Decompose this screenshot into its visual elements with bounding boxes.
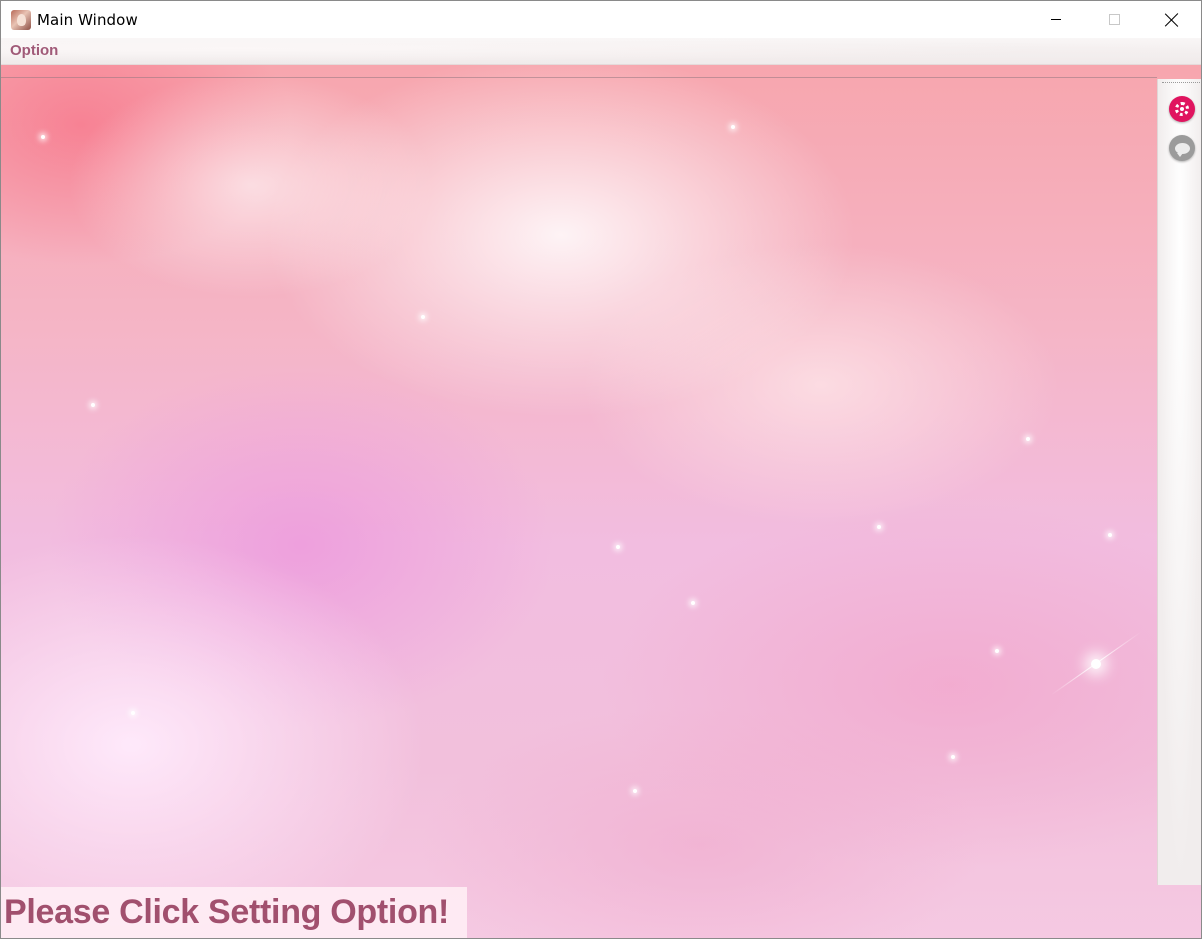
status-label-container: Please Click Setting Option! — [1, 887, 467, 938]
toolbar-grip[interactable] — [1162, 82, 1200, 84]
window-title: Main Window — [37, 10, 138, 29]
sparkle — [877, 525, 881, 529]
close-button[interactable] — [1143, 1, 1201, 38]
window-controls — [1027, 1, 1201, 38]
sparkle — [1108, 533, 1112, 537]
sparkle — [1026, 437, 1030, 441]
close-icon — [1165, 13, 1179, 27]
sparkle — [41, 135, 45, 139]
gear-icon — [1175, 102, 1189, 116]
sparkle — [616, 545, 620, 549]
sparkle — [421, 315, 425, 319]
sparkle-flare — [1050, 631, 1142, 696]
sparkle — [633, 789, 637, 793]
menu-option[interactable]: Option — [10, 42, 58, 59]
sparkle — [995, 649, 999, 653]
sparkle — [691, 601, 695, 605]
main-window: Main Window Option Please Click Setting … — [0, 0, 1202, 939]
chat-bubble-icon — [1174, 142, 1190, 157]
minimize-icon — [1051, 19, 1061, 20]
minimize-button[interactable] — [1027, 1, 1085, 38]
right-toolbar — [1157, 79, 1201, 885]
sparkle — [731, 125, 735, 129]
title-bar[interactable]: Main Window — [1, 1, 1201, 38]
sparkle — [951, 755, 955, 759]
main-content-area: Please Click Setting Option! — [1, 65, 1201, 938]
maximize-icon — [1108, 14, 1120, 25]
sparkle — [131, 711, 135, 715]
menu-bar: Option — [1, 38, 1201, 65]
divider — [1, 77, 1157, 78]
status-message: Please Click Setting Option! — [4, 893, 450, 931]
sparkle — [91, 403, 95, 407]
app-icon — [11, 9, 31, 30]
settings-button[interactable] — [1169, 96, 1195, 122]
chat-button[interactable] — [1169, 135, 1195, 161]
maximize-button[interactable] — [1085, 1, 1143, 38]
